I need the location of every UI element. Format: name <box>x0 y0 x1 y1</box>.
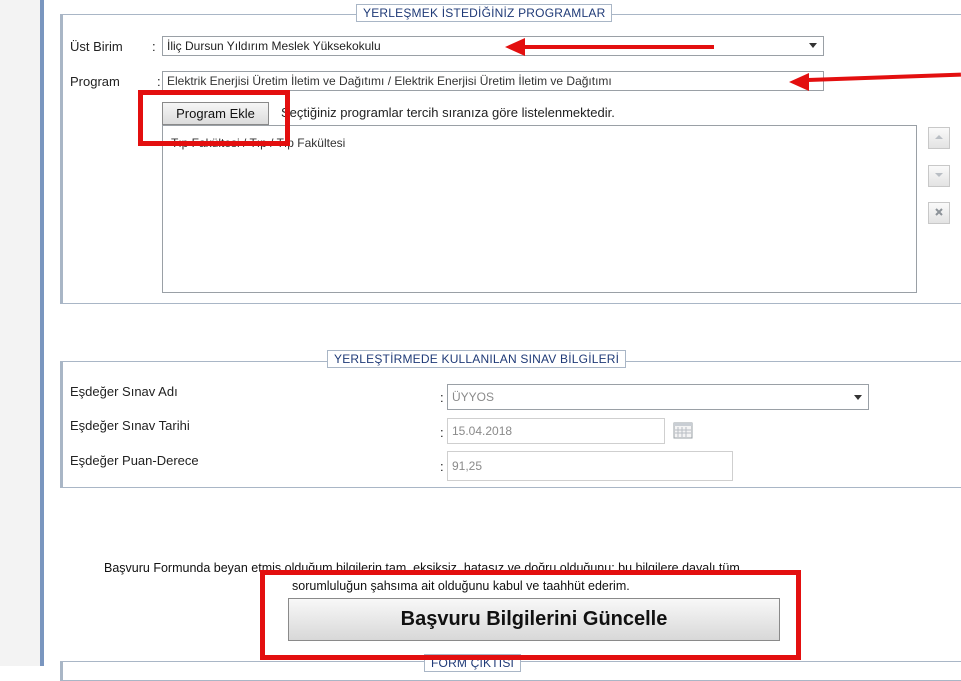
move-down-button[interactable] <box>928 165 950 187</box>
remove-button[interactable] <box>928 202 950 224</box>
annotation-box-add-program <box>138 90 290 146</box>
programs-legend: YERLEŞMEK İSTEDİĞİNİZ PROGRAMLAR <box>356 4 613 22</box>
chevron-down-icon <box>854 395 862 400</box>
program-select[interactable]: Elektrik Enerjisi Üretim İletim ve Dağıt… <box>162 71 824 91</box>
program-label: Program <box>70 74 120 89</box>
annotation-box-update-button <box>260 570 801 660</box>
arrow-up-icon <box>935 135 943 139</box>
score-colon: : <box>440 459 444 474</box>
exam-name-label: Eşdeğer Sınav Adı <box>70 384 178 399</box>
exam-date-input[interactable]: 15.04.2018 <box>447 418 665 444</box>
unit-colon: : <box>152 39 156 54</box>
program-colon: : <box>157 74 161 89</box>
exam-legend: YERLEŞTİRMEDE KULLANILAN SINAV BİLGİLERİ <box>327 350 627 368</box>
exam-name-value: ÜYYOS <box>452 390 495 404</box>
unit-select-value: İliç Dursun Yıldırım Meslek Yüksekokulu <box>167 39 381 53</box>
score-label: Eşdeğer Puan-Derece <box>70 453 199 468</box>
unit-label: Üst Birim <box>70 39 123 54</box>
close-icon <box>935 208 943 216</box>
exam-name-select[interactable]: ÜYYOS <box>447 384 869 410</box>
annotation-arrow-head-program <box>789 73 809 91</box>
exam-date-label: Eşdeğer Sınav Tarihi <box>70 418 190 433</box>
calendar-icon[interactable] <box>673 421 693 442</box>
annotation-arrow-line-unit <box>524 45 714 49</box>
arrow-down-icon <box>935 173 943 177</box>
move-up-button[interactable] <box>928 127 950 149</box>
chevron-down-icon <box>809 43 817 48</box>
score-input[interactable]: 91,25 <box>447 451 733 481</box>
program-order-note: Seçtiğiniz programlar tercih sıranıza gö… <box>281 105 615 120</box>
exam-date-colon: : <box>440 425 444 440</box>
selected-programs-list[interactable]: Tıp Fakültesi / Tıp / Tıp Fakültesi <box>162 125 917 293</box>
exam-name-colon: : <box>440 390 444 405</box>
left-rail <box>0 0 44 666</box>
unit-select[interactable]: İliç Dursun Yıldırım Meslek Yüksekokulu <box>162 36 824 56</box>
annotation-arrow-head-unit <box>505 38 525 56</box>
program-select-value: Elektrik Enerjisi Üretim İletim ve Dağıt… <box>167 74 612 88</box>
